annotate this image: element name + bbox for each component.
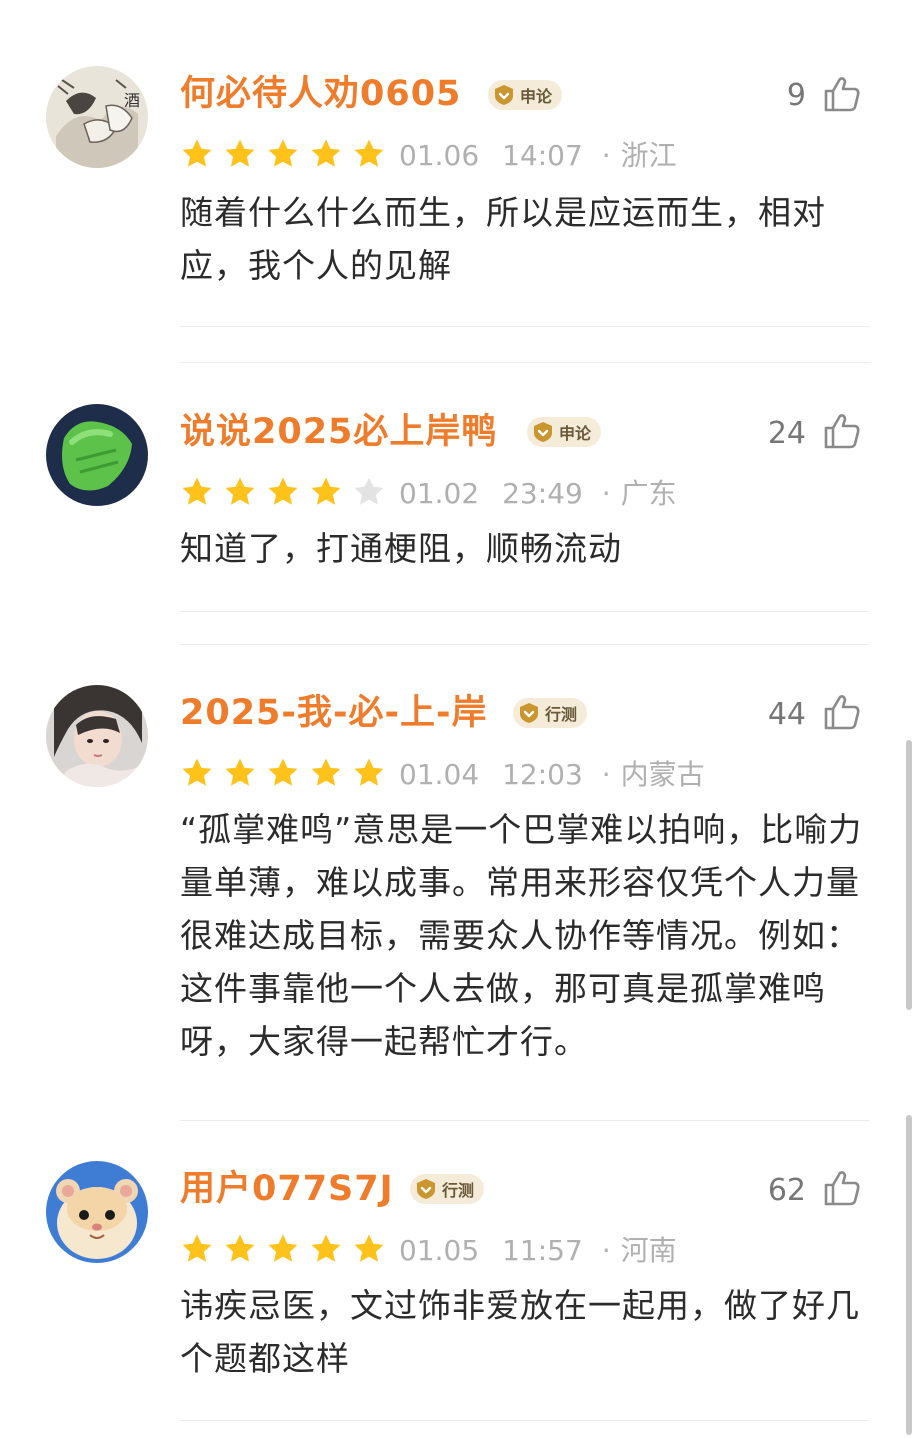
divider <box>180 611 870 612</box>
shield-badge-icon <box>495 85 513 105</box>
divider <box>180 362 870 363</box>
badge-label: 申论 <box>559 424 592 443</box>
avatar[interactable]: 酒 <box>46 66 148 168</box>
scrollbar[interactable] <box>906 1115 912 1435</box>
rating-meta-row: 01.05 11:57 · 河南 <box>180 1229 677 1269</box>
comment-text: 讳疾忌医，文过饰非爱放在一起用，做了好几个题都这样 <box>180 1286 860 1378</box>
comment-text: 随着什么什么而生，所以是应运而生，相对应，我个人的见解 <box>180 193 826 285</box>
meta-separator: · <box>601 139 611 172</box>
divider <box>180 644 870 645</box>
avatar[interactable] <box>46 1161 148 1263</box>
star-icon <box>268 758 298 786</box>
thumbs-up-icon[interactable] <box>822 692 862 732</box>
star-rating <box>180 756 395 790</box>
comment-meta: 01.06 14:07 · 浙江 <box>399 134 677 174</box>
comment-date: 01.04 <box>399 758 480 791</box>
star-icon <box>354 477 384 505</box>
star-icon <box>182 477 212 505</box>
thumbs-up-icon[interactable] <box>822 1168 862 1208</box>
badge-label: 申论 <box>520 87 553 106</box>
comment-time: 23:49 <box>502 477 583 510</box>
star-rating <box>180 475 395 509</box>
comment-date: 01.02 <box>399 477 480 510</box>
exam-badge: 申论 <box>527 417 602 447</box>
comment-text: “孤掌难鸣”意思是一个巴掌难以拍响，比喻力量单薄，难以成事。常用来形容仅凭个人力… <box>180 810 863 1061</box>
rating-meta-row: 01.06 14:07 · 浙江 <box>180 134 677 174</box>
username[interactable]: 何必待人劝0605 <box>180 72 461 116</box>
star-icon <box>225 1234 255 1262</box>
username[interactable]: 2025-我-必-上-岸 <box>180 691 488 735</box>
divider <box>180 326 870 327</box>
meta-separator: · <box>601 758 611 791</box>
comment-time: 14:07 <box>502 139 583 172</box>
star-icon <box>268 477 298 505</box>
comment-meta: 01.05 11:57 · 河南 <box>399 1229 677 1269</box>
comment-location: 浙江 <box>620 139 677 172</box>
username[interactable]: 用户077S7J <box>180 1167 394 1211</box>
like-count: 24 <box>767 416 806 451</box>
star-icon <box>354 139 384 167</box>
star-icon <box>311 139 341 167</box>
comment-date: 01.06 <box>399 139 480 172</box>
rating-meta-row: 01.04 12:03 · 内蒙古 <box>180 753 705 793</box>
star-icon <box>225 139 255 167</box>
star-rating <box>180 1232 395 1266</box>
scrollbar[interactable] <box>906 740 912 1010</box>
divider <box>180 1420 870 1421</box>
svg-text:酒: 酒 <box>124 91 140 110</box>
avatar[interactable] <box>46 404 148 506</box>
comment-date: 01.05 <box>399 1234 480 1267</box>
star-icon <box>225 758 255 786</box>
badge-label: 行测 <box>545 705 578 724</box>
comment-time: 12:03 <box>502 758 583 791</box>
like-count: 9 <box>786 78 806 113</box>
like-count: 62 <box>767 1173 806 1208</box>
exam-badge: 行测 <box>410 1174 485 1204</box>
star-icon <box>311 758 341 786</box>
exam-badge: 行测 <box>513 698 588 728</box>
comment-text: 知道了，打通梗阻，顺畅流动 <box>180 529 622 568</box>
comment-location: 河南 <box>620 1234 677 1267</box>
star-icon <box>268 139 298 167</box>
rating-meta-row: 01.02 23:49 · 广东 <box>180 472 677 512</box>
star-icon <box>311 1234 341 1262</box>
star-icon <box>311 477 341 505</box>
badge-label: 行测 <box>442 1181 475 1200</box>
like-count: 44 <box>767 697 806 732</box>
exam-badge: 申论 <box>488 80 563 110</box>
comment-time: 11:57 <box>502 1234 583 1267</box>
comment-meta: 01.02 23:49 · 广东 <box>399 472 677 512</box>
star-icon <box>182 1234 212 1262</box>
shield-badge-icon <box>534 422 552 442</box>
star-icon <box>182 758 212 786</box>
thumbs-up-icon[interactable] <box>822 74 862 114</box>
comment-location: 内蒙古 <box>620 758 705 791</box>
comment-location: 广东 <box>620 477 677 510</box>
star-icon <box>354 758 384 786</box>
star-rating <box>180 137 395 171</box>
meta-separator: · <box>601 1234 611 1267</box>
star-icon <box>354 1234 384 1262</box>
star-icon <box>268 1234 298 1262</box>
shield-badge-icon <box>520 703 538 723</box>
meta-separator: · <box>601 477 611 510</box>
thumbs-up-icon[interactable] <box>822 411 862 451</box>
star-icon <box>182 139 212 167</box>
divider <box>180 1120 870 1121</box>
username[interactable]: 说说2025必上岸鸭 <box>180 410 497 454</box>
avatar[interactable] <box>46 685 148 787</box>
star-icon <box>225 477 255 505</box>
shield-badge-icon <box>417 1179 435 1199</box>
comment-meta: 01.04 12:03 · 内蒙古 <box>399 753 705 793</box>
